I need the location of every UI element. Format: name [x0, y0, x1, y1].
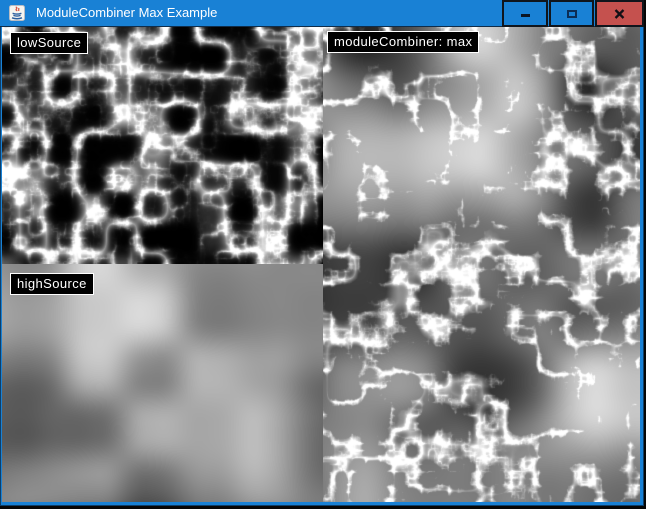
minimize-dash-icon	[521, 14, 530, 17]
lowsource-label: lowSource	[10, 32, 88, 54]
modulecombiner-noise-canvas	[323, 27, 640, 502]
minimize-button[interactable]	[502, 0, 548, 27]
app-window: ModuleCombiner Max Example lowSour	[0, 0, 644, 506]
modulecombiner-noise-panel	[323, 27, 640, 502]
highsource-noise-canvas	[2, 264, 323, 502]
close-button[interactable]	[595, 0, 644, 27]
highsource-noise-panel	[2, 264, 323, 502]
highsource-label: highSource	[10, 273, 94, 295]
noise-preview-area: lowSource moduleCombiner: max highSource	[2, 27, 640, 502]
maximize-button[interactable]	[549, 0, 594, 27]
close-x-icon	[614, 9, 625, 19]
title-bar[interactable]: ModuleCombiner Max Example	[0, 0, 644, 27]
window-controls	[502, 0, 644, 27]
java-coffee-cup-icon[interactable]	[9, 5, 25, 21]
window-title: ModuleCombiner Max Example	[36, 0, 217, 26]
lowsource-noise-canvas	[2, 27, 323, 264]
modulecombiner-label: moduleCombiner: max	[327, 31, 479, 53]
lowsource-noise-panel	[2, 27, 323, 264]
maximize-square-icon	[567, 10, 577, 18]
